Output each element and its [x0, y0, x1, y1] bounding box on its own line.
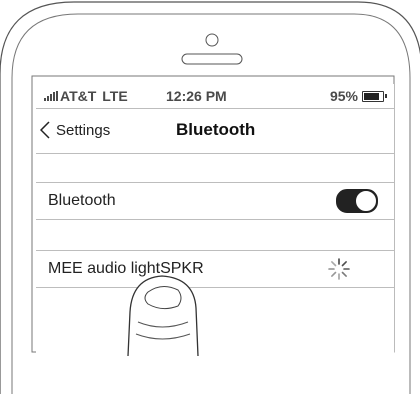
toggle-knob: [355, 190, 377, 212]
device-name: MEE audio lightSPKR: [48, 260, 204, 277]
battery-icon: [362, 90, 387, 102]
section-spacer-2: [36, 220, 394, 251]
front-camera: [205, 33, 219, 47]
network-label: LTE: [102, 88, 128, 104]
bluetooth-label: Bluetooth: [48, 192, 116, 209]
status-left: AT&T LTE: [44, 88, 128, 104]
status-bar: AT&T LTE 12:26 PM 95%: [36, 84, 394, 109]
back-label: Settings: [56, 121, 111, 139]
loading-spinner-icon: [328, 258, 350, 280]
page-title: Bluetooth: [176, 120, 256, 139]
battery-percent: 95%: [329, 88, 358, 104]
navigation-bar: Settings Bluetooth: [36, 109, 394, 154]
chevron-left-icon: [40, 121, 50, 139]
bluetooth-toggle[interactable]: [336, 189, 378, 213]
bluetooth-row: Bluetooth: [36, 183, 394, 220]
status-time: 12:26 PM: [166, 88, 227, 104]
signal-bars-icon: [44, 91, 58, 101]
earpiece-speaker: [181, 53, 243, 65]
status-right: 95%: [329, 88, 387, 104]
back-button[interactable]: Settings: [40, 121, 110, 139]
carrier-label: AT&T: [60, 88, 97, 104]
device-row[interactable]: MEE audio lightSPKR: [36, 251, 394, 288]
section-spacer: [36, 154, 394, 183]
phone-screen: AT&T LTE 12:26 PM 95% Settings Bluetooth…: [36, 84, 394, 356]
